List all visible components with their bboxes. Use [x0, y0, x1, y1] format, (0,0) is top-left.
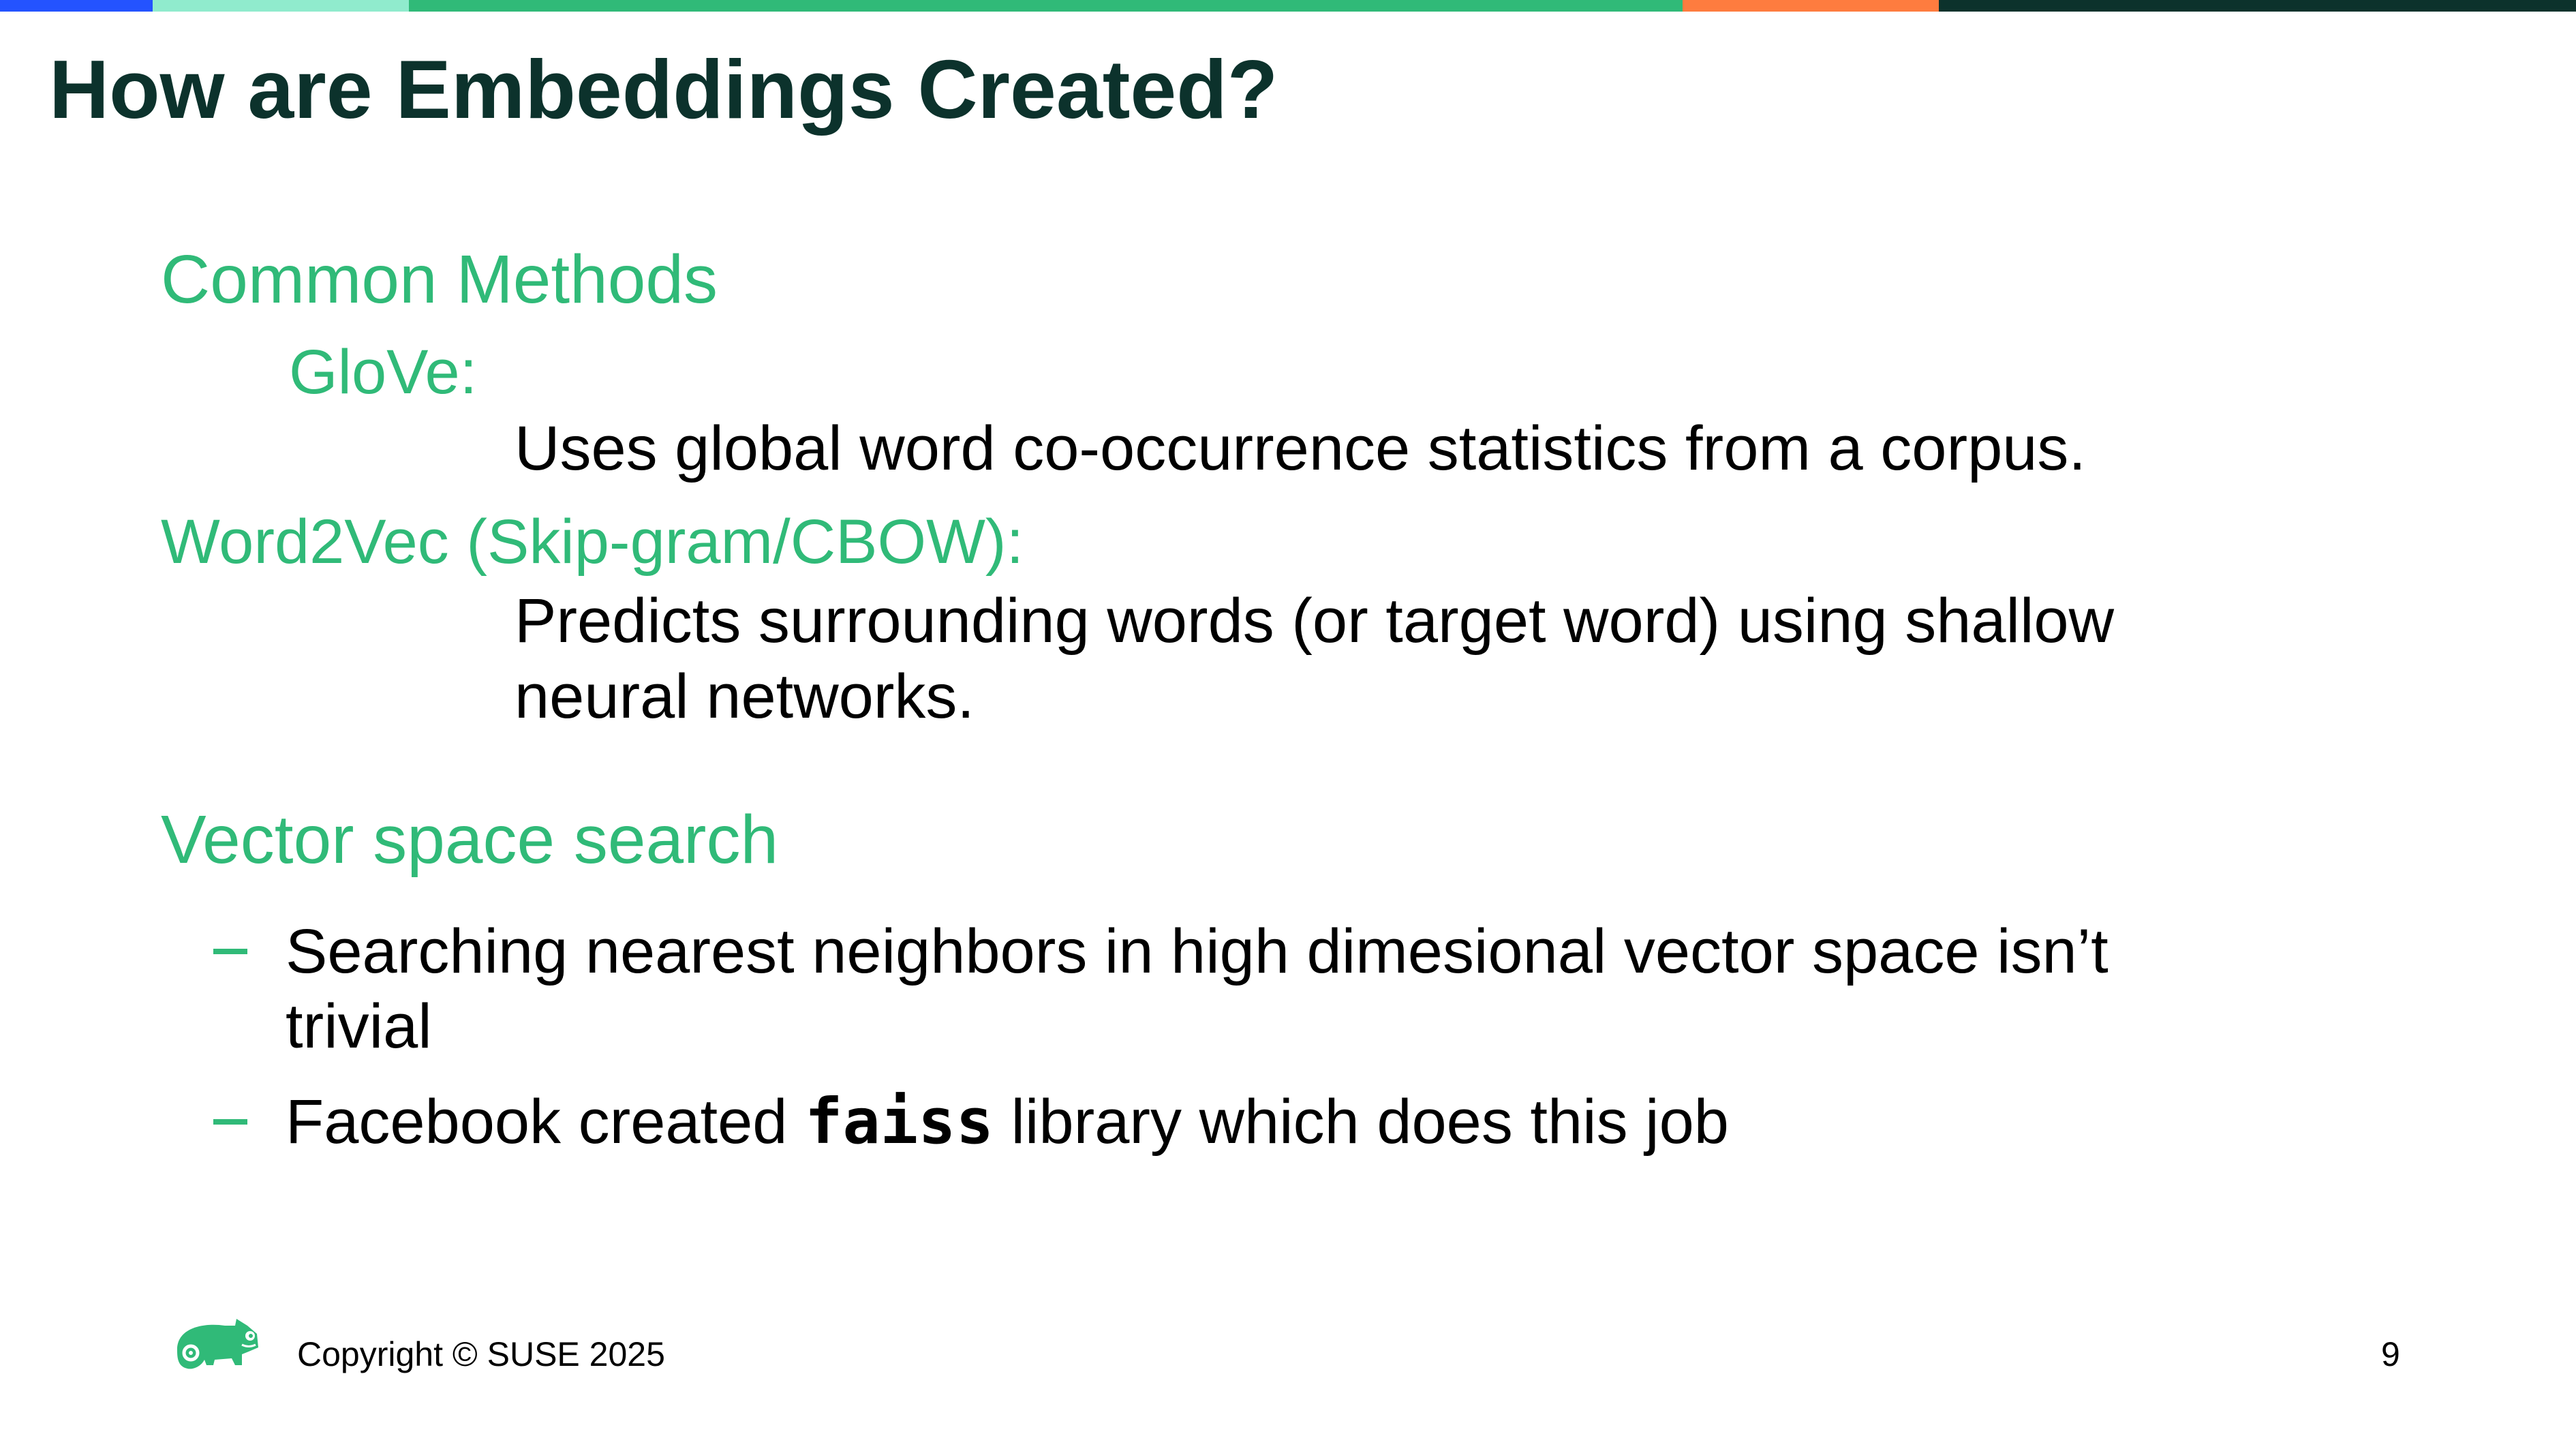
bullet-dash-icon [213, 949, 247, 954]
copyright-text: Copyright © SUSE 2025 [297, 1335, 665, 1373]
bullet1-line2: trivial [286, 992, 432, 1061]
bullet1-line1: Searching nearest neighbors in high dime… [286, 917, 2109, 986]
word2vec-description-line1: Predicts surrounding words (or target wo… [515, 586, 2115, 656]
heading-common-methods: Common Methods [161, 241, 718, 318]
top-bar-blue [0, 0, 153, 12]
word2vec-description-line2: neural networks. [515, 662, 975, 731]
top-bar-green [409, 0, 1683, 12]
bullet-dash-icon [213, 1119, 247, 1125]
code-faiss: faiss [805, 1085, 994, 1158]
heading-vector-space-search: Vector space search [161, 802, 779, 878]
suse-logo-icon [177, 1319, 258, 1369]
label-word2vec: Word2Vec (Skip-gram/CBOW): [161, 507, 1024, 577]
bullet2: Facebook created faiss library which doe… [286, 1090, 1729, 1154]
label-glove: GloVe: [289, 337, 478, 407]
glove-description: Uses global word co-occurrence statistic… [515, 414, 2086, 483]
bullet2-text-pre: Facebook created [286, 1087, 806, 1157]
top-bar-dark [1939, 0, 2576, 12]
bullet2-text-post: library which does this job [993, 1087, 1729, 1157]
page-title: How are Embeddings Created? [49, 43, 1278, 136]
page-number: 9 [2381, 1335, 2400, 1373]
top-bar-orange [1683, 0, 1939, 12]
top-bar-mint [153, 0, 409, 12]
